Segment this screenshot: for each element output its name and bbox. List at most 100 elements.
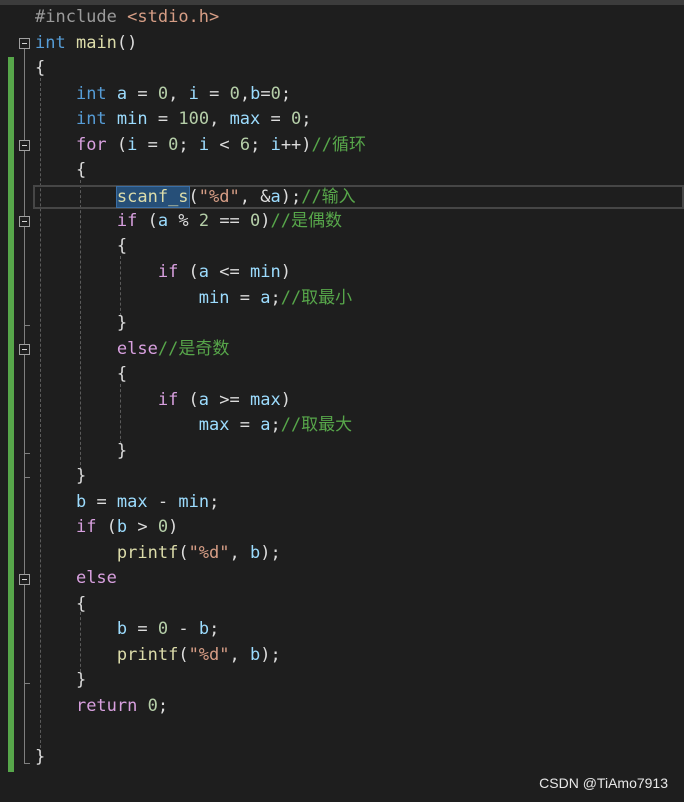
collapse-if-even-icon[interactable] <box>19 216 30 227</box>
var: max <box>116 492 148 512</box>
brace: { <box>116 364 128 384</box>
code-line-6[interactable]: for (i = 0; i < 6; i++)//循环 <box>35 133 366 157</box>
collapse-main-icon[interactable] <box>19 38 30 49</box>
code-line-20[interactable]: b = max - min; <box>35 490 219 514</box>
var: max <box>198 415 230 435</box>
var: i <box>188 84 199 104</box>
brace: { <box>75 594 87 614</box>
collapse-for-icon[interactable] <box>19 140 30 151</box>
var: a <box>270 187 281 207</box>
outline-end-for <box>24 477 30 478</box>
code-line-11[interactable]: if (a <= min) <box>35 260 291 284</box>
code-line-1[interactable]: #include <stdio.h> <box>35 5 219 29</box>
var: a <box>198 390 210 410</box>
var: min <box>116 109 148 129</box>
code-line-9[interactable]: if (a % 2 == 0)//是偶数 <box>35 209 342 233</box>
comment: //是偶数 <box>270 211 343 231</box>
brace: } <box>75 670 87 690</box>
collapse-else-icon[interactable] <box>19 574 30 585</box>
num: 0 <box>229 84 240 104</box>
var: min <box>178 492 210 512</box>
num: 0 <box>270 84 281 104</box>
brace: { <box>116 236 128 256</box>
var: min <box>198 288 230 308</box>
var: b <box>75 492 87 512</box>
var: min <box>250 262 281 282</box>
var: i <box>127 135 138 155</box>
code-line-5[interactable]: int min = 100, max = 0; <box>35 107 312 131</box>
code-line-17[interactable]: max = a;//取最大 <box>35 413 352 437</box>
num: 100 <box>178 109 210 129</box>
control-keyword: return <box>75 696 138 716</box>
control-keyword: if <box>157 390 179 410</box>
code-line-21[interactable]: if (b > 0) <box>35 515 178 539</box>
var: a <box>198 262 210 282</box>
change-tracking-bar <box>8 57 14 772</box>
var: a <box>260 288 271 308</box>
var: a <box>116 84 128 104</box>
code-line-19[interactable]: } <box>35 464 86 488</box>
outline-end-if-even <box>24 325 30 326</box>
code-line-4[interactable]: int a = 0, i = 0,b=0; <box>35 82 291 106</box>
control-keyword: if <box>116 211 138 231</box>
var: b <box>116 619 128 639</box>
type-keyword: int <box>35 33 66 53</box>
num: 0 <box>291 109 302 129</box>
control-keyword: else <box>116 339 158 359</box>
code-line-15[interactable]: { <box>35 362 127 386</box>
code-line-28[interactable]: return 0; <box>35 694 168 718</box>
brace: } <box>35 747 46 767</box>
code-line-3[interactable]: { <box>35 56 45 80</box>
num: 0 <box>147 696 158 716</box>
control-keyword: for <box>75 135 107 155</box>
collapse-else-odd-icon[interactable] <box>19 344 30 355</box>
code-line-25[interactable]: b = 0 - b; <box>35 617 219 641</box>
code-line-26[interactable]: printf("%d", b); <box>35 643 281 667</box>
var: a <box>260 415 271 435</box>
function-name: main <box>75 33 117 53</box>
comment: //循环 <box>311 135 367 155</box>
code-line-13[interactable]: } <box>35 311 127 335</box>
num: 0 <box>250 211 261 231</box>
var: b <box>116 517 128 537</box>
var: b <box>250 645 261 665</box>
brace: { <box>35 58 46 78</box>
code-line-23[interactable]: else <box>35 566 117 590</box>
type-keyword: int <box>75 109 107 129</box>
code-line-18[interactable]: } <box>35 439 127 463</box>
num: 6 <box>239 135 251 155</box>
num: 0 <box>168 135 179 155</box>
var: i <box>198 135 210 155</box>
code-line-7[interactable]: { <box>35 158 86 182</box>
comment: //输入 <box>301 187 356 207</box>
num: 0 <box>157 619 169 639</box>
comment: //取最大 <box>280 415 353 435</box>
code-line-30[interactable]: } <box>35 745 45 769</box>
var: b <box>250 543 261 563</box>
code-line-24[interactable]: { <box>35 592 86 616</box>
include-header: <stdio.h> <box>127 7 220 27</box>
code-line-10[interactable]: { <box>35 234 127 258</box>
var: max <box>250 390 281 410</box>
preprocessor-keyword: #include <box>35 7 117 27</box>
var: max <box>229 109 261 129</box>
var: b <box>250 84 261 104</box>
string: "%d" <box>188 645 230 665</box>
code-line-12[interactable]: min = a;//取最小 <box>35 286 352 310</box>
code-line-27[interactable]: } <box>35 668 86 692</box>
var: b <box>198 619 210 639</box>
num: 0 <box>157 517 169 537</box>
code-line-22[interactable]: printf("%d", b); <box>35 541 281 565</box>
code-line-2[interactable]: int main() <box>35 31 137 55</box>
code-line-14[interactable]: else//是奇数 <box>35 337 229 361</box>
control-keyword: if <box>157 262 179 282</box>
outline-line-main <box>24 49 25 763</box>
watermark-text: CSDN @TiAmo7913 <box>539 775 668 791</box>
var: a <box>157 211 169 231</box>
outline-end-else <box>24 683 30 684</box>
control-keyword: if <box>75 517 97 537</box>
code-line-8[interactable]: scanf_s("%d", &a);//输入 <box>35 185 356 209</box>
var: i <box>270 135 281 155</box>
string: "%d" <box>188 543 230 563</box>
code-line-16[interactable]: if (a >= max) <box>35 388 291 412</box>
